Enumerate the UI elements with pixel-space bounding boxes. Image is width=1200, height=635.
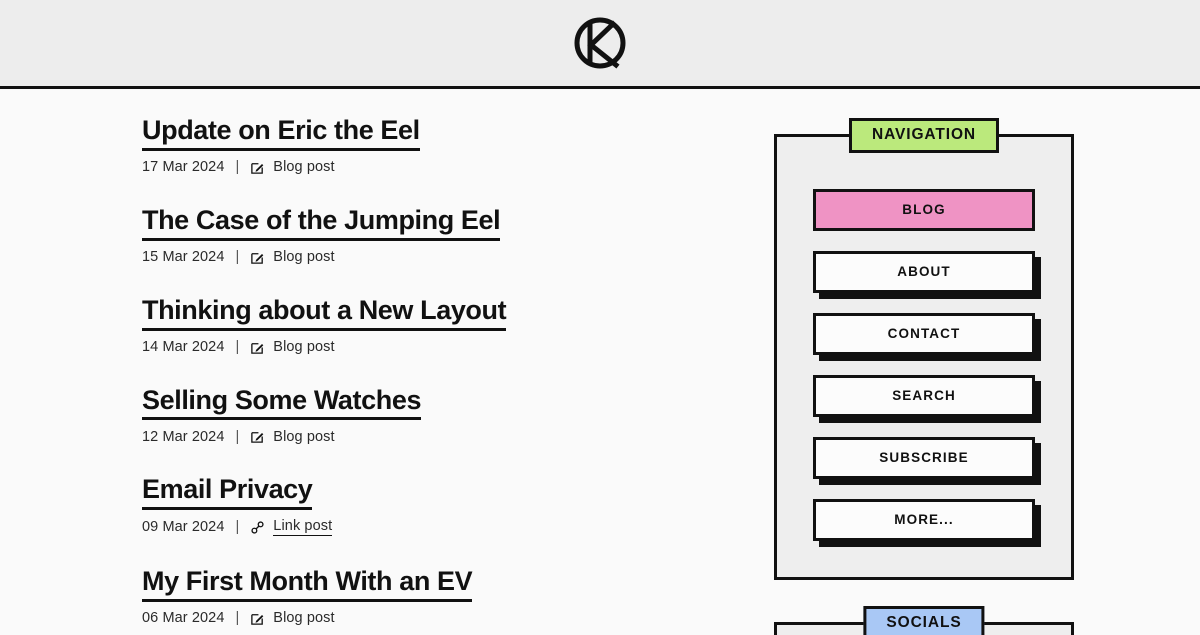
navigation-panel: NAVIGATION BLOG ABOUT CONTACT SEARCH SUB…: [774, 118, 1074, 580]
edit-square-icon: [250, 250, 265, 265]
site-logo-link[interactable]: [572, 15, 628, 71]
post-meta: 09 Mar 2024 | Link post: [142, 519, 722, 536]
sidebar-navigation: NAVIGATION BLOG ABOUT CONTACT SEARCH SUB…: [774, 118, 1074, 580]
sidebar-item-about[interactable]: ABOUT: [813, 251, 1035, 293]
post-meta: 17 Mar 2024 | Blog post: [142, 160, 722, 175]
list-item: The Case of the Jumping Eel 15 Mar 2024 …: [142, 205, 722, 265]
list-item: Email Privacy 09 Mar 2024 | Link post: [142, 474, 722, 536]
post-date: 17 Mar 2024: [142, 159, 225, 176]
post-title-link[interactable]: The Case of the Jumping Eel: [142, 205, 501, 241]
post-title-link[interactable]: Thinking about a New Layout: [142, 295, 507, 331]
post-meta: 14 Mar 2024 | Blog post: [142, 340, 722, 355]
list-item: My First Month With an EV 06 Mar 2024 | …: [142, 566, 722, 626]
sidebar-item-subscribe[interactable]: SUBSCRIBE: [813, 437, 1035, 479]
navigation-panel-body: BLOG ABOUT CONTACT SEARCH SUBSCRIBE MORE…: [777, 137, 1071, 577]
post-kind-link[interactable]: Link post: [273, 519, 333, 536]
sidebar-item-contact[interactable]: CONTACT: [813, 313, 1035, 355]
sidebar-item-search[interactable]: SEARCH: [813, 375, 1035, 417]
edit-square-icon: [250, 429, 265, 444]
post-kind-label: Blog post: [273, 159, 335, 176]
post-meta: 12 Mar 2024 | Blog post: [142, 429, 722, 444]
post-kind-label: Blog post: [273, 428, 335, 445]
post-date: 09 Mar 2024: [142, 519, 225, 536]
k-circle-logo-icon: [572, 15, 628, 71]
sidebar-item-blog[interactable]: BLOG: [813, 189, 1035, 231]
sidebar-item-more[interactable]: MORE...: [813, 499, 1035, 541]
list-item: Update on Eric the Eel 17 Mar 2024 | Blo…: [142, 115, 722, 175]
post-date: 15 Mar 2024: [142, 248, 225, 265]
edit-square-icon: [250, 160, 265, 175]
post-kind-label: Blog post: [273, 609, 335, 626]
meta-separator: |: [235, 248, 240, 265]
socials-panel: SOCIALS: [774, 606, 1074, 635]
meta-separator: |: [235, 609, 240, 626]
site-header: [0, 0, 1200, 89]
meta-separator: |: [235, 428, 240, 445]
post-list: Update on Eric the Eel 17 Mar 2024 | Blo…: [142, 115, 722, 626]
post-meta: 06 Mar 2024 | Blog post: [142, 611, 722, 626]
post-title-link[interactable]: Update on Eric the Eel: [142, 115, 420, 151]
post-date: 06 Mar 2024: [142, 609, 225, 626]
post-kind-label: Blog post: [273, 248, 335, 265]
meta-separator: |: [235, 338, 240, 355]
edit-square-icon: [250, 611, 265, 626]
meta-separator: |: [235, 159, 240, 176]
list-item: Thinking about a New Layout 14 Mar 2024 …: [142, 295, 722, 355]
post-title-link[interactable]: Selling Some Watches: [142, 385, 421, 421]
list-item: Selling Some Watches 12 Mar 2024 | Blog …: [142, 385, 722, 445]
post-date: 14 Mar 2024: [142, 338, 225, 355]
link-chain-icon: [250, 520, 265, 535]
socials-panel-label: SOCIALS: [863, 606, 985, 635]
post-meta: 15 Mar 2024 | Blog post: [142, 250, 722, 265]
navigation-panel-label: NAVIGATION: [848, 118, 1000, 153]
post-title-link[interactable]: Email Privacy: [142, 474, 313, 511]
post-title-link[interactable]: My First Month With an EV: [142, 566, 473, 602]
post-date: 12 Mar 2024: [142, 428, 225, 445]
sidebar-socials: SOCIALS: [774, 606, 1074, 635]
post-kind-label: Blog post: [273, 338, 335, 355]
edit-square-icon: [250, 340, 265, 355]
meta-separator: |: [235, 519, 240, 536]
